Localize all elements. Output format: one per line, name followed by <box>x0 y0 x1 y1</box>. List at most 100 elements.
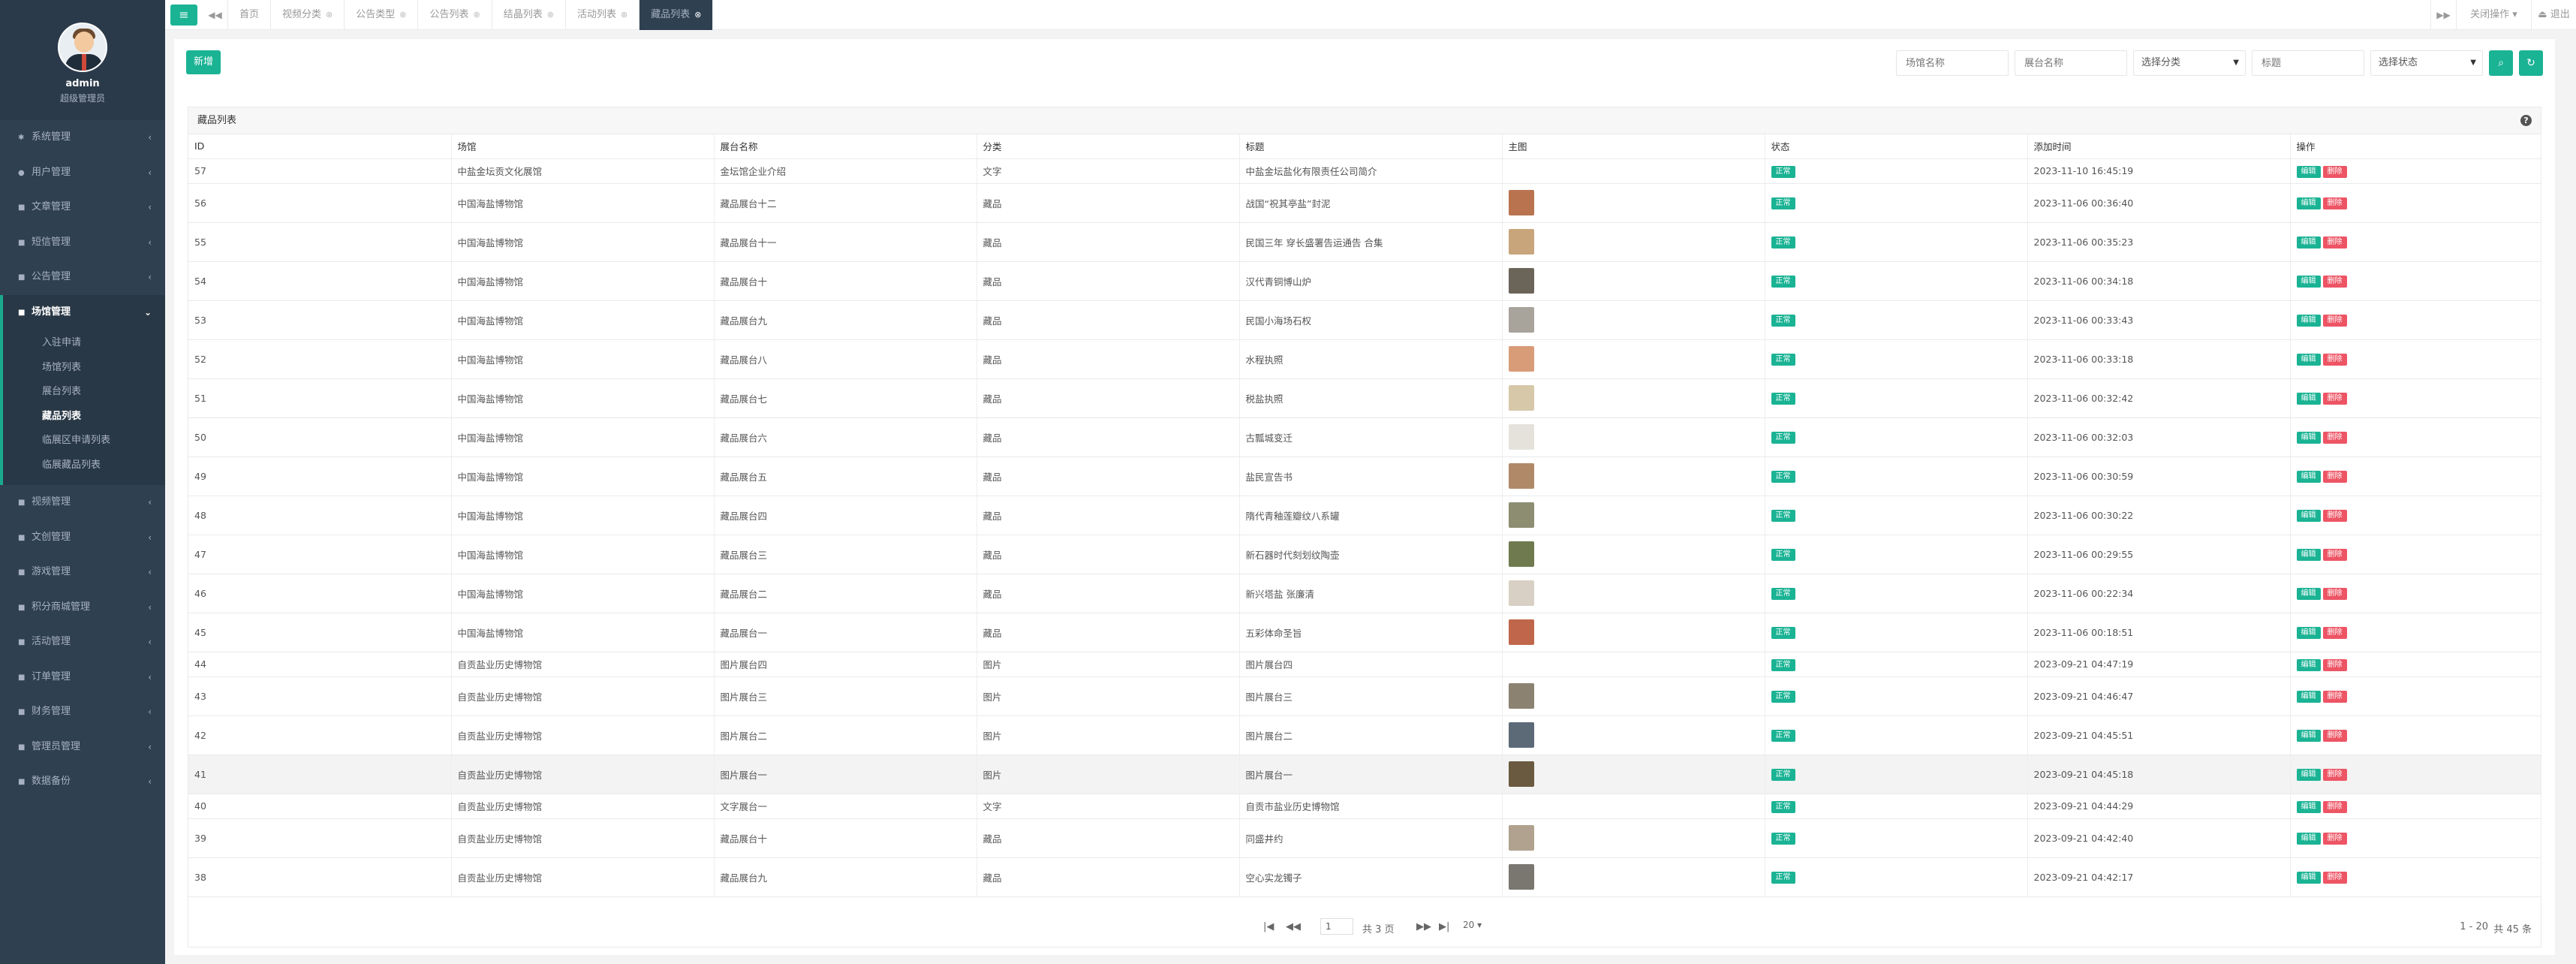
column-header[interactable]: ID <box>188 134 452 159</box>
search-button[interactable]: ⌕ <box>2489 50 2513 76</box>
table-row[interactable]: 53 中国海盐博物馆 藏品展台九 藏品 民国小海场石权 正常 2023-11-06 00:3… <box>188 300 2541 340</box>
delete-button[interactable]: 删除 <box>2322 165 2347 178</box>
sidebar-item[interactable]: ■ 公告管理 ‹ <box>0 260 165 295</box>
edit-button[interactable]: 编辑 <box>2296 432 2321 444</box>
reset-button[interactable]: ↻ <box>2519 50 2543 76</box>
first-page-icon[interactable]: |◀ <box>1263 921 1274 932</box>
table-row[interactable]: 54 中国海盐博物馆 藏品展台十 藏品 汉代青铜博山炉 正常 2023-11-06 00:3… <box>188 261 2541 301</box>
avatar[interactable] <box>58 23 107 72</box>
edit-button[interactable]: 编辑 <box>2296 627 2321 639</box>
delete-button[interactable]: 删除 <box>2322 800 2347 813</box>
sidebar-item[interactable]: ■ 短信管理 ‹ <box>0 225 165 261</box>
edit-button[interactable]: 编辑 <box>2296 471 2321 483</box>
delete-button[interactable]: 删除 <box>2322 510 2347 522</box>
sidebar-item[interactable]: ■ 游戏管理 ‹ <box>0 555 165 590</box>
edit-button[interactable]: 编辑 <box>2296 236 2321 249</box>
edit-button[interactable]: 编辑 <box>2296 800 2321 813</box>
profile-name[interactable]: admin <box>0 78 165 89</box>
edit-button[interactable]: 编辑 <box>2296 165 2321 178</box>
table-row[interactable]: 47 中国海盐博物馆 藏品展台三 藏品 新石器时代刻划纹陶壶 正常 2023-11-06 0… <box>188 535 2541 574</box>
thumbnail-image[interactable] <box>1508 385 1534 411</box>
add-button[interactable]: 新增 <box>186 50 221 74</box>
thumbnail-image[interactable] <box>1508 541 1534 567</box>
sidebar-subitem[interactable]: 藏品列表 <box>3 405 165 429</box>
thumbnail-image[interactable] <box>1508 190 1534 215</box>
table-row[interactable]: 38 自贡盐业历史博物馆 藏品展台九 藏品 空心实龙镯子 正常 2023-09-21 04:… <box>188 857 2541 897</box>
column-header[interactable]: 场馆 <box>451 134 715 159</box>
thumbnail-image[interactable] <box>1508 346 1534 372</box>
close-tab-icon[interactable]: ⊗ <box>694 10 701 20</box>
delete-button[interactable]: 删除 <box>2322 549 2347 561</box>
table-row[interactable]: 49 中国海盐博物馆 藏品展台五 藏品 盐民宣告书 正常 2023-11-06 00:30:… <box>188 456 2541 496</box>
title-input[interactable] <box>2252 50 2364 76</box>
edit-button[interactable]: 编辑 <box>2296 872 2321 884</box>
delete-button[interactable]: 删除 <box>2322 769 2347 781</box>
column-header[interactable]: 状态 <box>1765 134 2028 159</box>
delete-button[interactable]: 删除 <box>2322 872 2347 884</box>
column-header[interactable]: 操作 <box>2290 134 2541 159</box>
page-number-input[interactable]: 1 <box>1320 918 1353 935</box>
column-header[interactable]: 标题 <box>1239 134 1503 159</box>
edit-button[interactable]: 编辑 <box>2296 393 2321 405</box>
edit-button[interactable]: 编辑 <box>2296 588 2321 600</box>
sidebar-item[interactable]: ■ 数据备份 ‹ <box>0 764 165 800</box>
sidebar-item[interactable]: ✱ 系统管理 ‹ <box>0 120 165 155</box>
thumbnail-image[interactable] <box>1508 502 1534 528</box>
thumbnail-image[interactable] <box>1508 825 1534 851</box>
delete-button[interactable]: 删除 <box>2322 354 2347 366</box>
table-row[interactable]: 45 中国海盐博物馆 藏品展台一 藏品 五彩体命圣旨 正常 2023-11-06 00:18… <box>188 613 2541 652</box>
thumbnail-image[interactable] <box>1508 864 1534 890</box>
edit-button[interactable]: 编辑 <box>2296 549 2321 561</box>
page-tab[interactable]: 公告类型 ⊗ <box>345 0 419 30</box>
sidebar-item[interactable]: ■ 场馆管理 ⌄ <box>0 294 165 330</box>
edit-button[interactable]: 编辑 <box>2296 276 2321 288</box>
close-tab-icon[interactable]: ⊗ <box>399 10 406 20</box>
table-row[interactable]: 46 中国海盐博物馆 藏品展台二 藏品 新兴塔盐 张廉清 正常 2023-11-06 00:… <box>188 574 2541 613</box>
close-operations-menu[interactable]: 关闭操作 ▾ <box>2456 0 2531 30</box>
edit-button[interactable]: 编辑 <box>2296 315 2321 327</box>
table-row[interactable]: 57 中盐金坛贡文化展馆 金坛馆企业介绍 文字 中盐金坛盐化有限责任公司简介 正常 2023… <box>188 158 2541 184</box>
page-tab[interactable]: 首页 <box>228 0 272 30</box>
sidebar-subitem[interactable]: 展台列表 <box>3 380 165 405</box>
column-header[interactable]: 展台名称 <box>714 134 977 159</box>
delete-button[interactable]: 删除 <box>2322 588 2347 600</box>
page-tab[interactable]: 结晶列表 ⊗ <box>492 0 566 30</box>
thumbnail-image[interactable] <box>1508 268 1534 294</box>
delete-button[interactable]: 删除 <box>2322 393 2347 405</box>
delete-button[interactable]: 删除 <box>2322 730 2347 742</box>
tab-scroll-right-icon[interactable]: ▶▶ <box>2430 0 2456 30</box>
sidebar-subitem[interactable]: 入驻申请 <box>3 331 165 356</box>
thumbnail-image[interactable] <box>1508 229 1534 255</box>
logout-button[interactable]: ⏏ 退出 <box>2531 0 2576 30</box>
sidebar-subitem[interactable]: 临展藏品列表 <box>3 453 165 478</box>
close-tab-icon[interactable]: ⊗ <box>474 10 480 20</box>
page-tab[interactable]: 活动列表 ⊗ <box>566 0 640 30</box>
page-tab[interactable]: 公告列表 ⊗ <box>418 0 492 30</box>
close-tab-icon[interactable]: ⊗ <box>621 10 627 20</box>
delete-button[interactable]: 删除 <box>2322 658 2347 671</box>
sidebar-item[interactable]: ■ 订单管理 ‹ <box>0 660 165 695</box>
table-row[interactable]: 55 中国海盐博物馆 藏品展台十一 藏品 民国三年 穿长盛署告运通告 合集 正常 2023-… <box>188 222 2541 262</box>
delete-button[interactable]: 删除 <box>2322 833 2347 845</box>
edit-button[interactable]: 编辑 <box>2296 730 2321 742</box>
sidebar-item[interactable]: ■ 财务管理 ‹ <box>0 694 165 730</box>
delete-button[interactable]: 删除 <box>2322 236 2347 249</box>
thumbnail-image[interactable] <box>1508 722 1534 748</box>
close-tab-icon[interactable]: ⊗ <box>326 10 333 20</box>
thumbnail-image[interactable] <box>1508 683 1534 709</box>
column-header[interactable]: 分类 <box>977 134 1240 159</box>
sidebar-item[interactable]: ● 用户管理 ‹ <box>0 155 165 191</box>
thumbnail-image[interactable] <box>1508 424 1534 450</box>
tab-scroll-left-icon[interactable]: ◀◀ <box>203 0 228 30</box>
sidebar-item[interactable]: ■ 文章管理 ‹ <box>0 190 165 225</box>
prev-page-icon[interactable]: ◀◀ <box>1286 921 1301 932</box>
sidebar-item[interactable]: ■ 视频管理 ‹ <box>0 485 165 520</box>
edit-button[interactable]: 编辑 <box>2296 658 2321 671</box>
page-size-select[interactable]: 20 ▾ <box>1463 920 1482 930</box>
thumbnail-image[interactable] <box>1508 463 1534 489</box>
thumbnail-image[interactable] <box>1508 307 1534 333</box>
table-row[interactable]: 50 中国海盐博物馆 藏品展台六 藏品 古瓢城变迁 正常 2023-11-06 00:32:… <box>188 417 2541 457</box>
last-page-icon[interactable]: ▶| <box>1439 921 1449 932</box>
edit-button[interactable]: 编辑 <box>2296 769 2321 781</box>
category-select[interactable]: 选择分类 ▼ <box>2133 50 2246 76</box>
